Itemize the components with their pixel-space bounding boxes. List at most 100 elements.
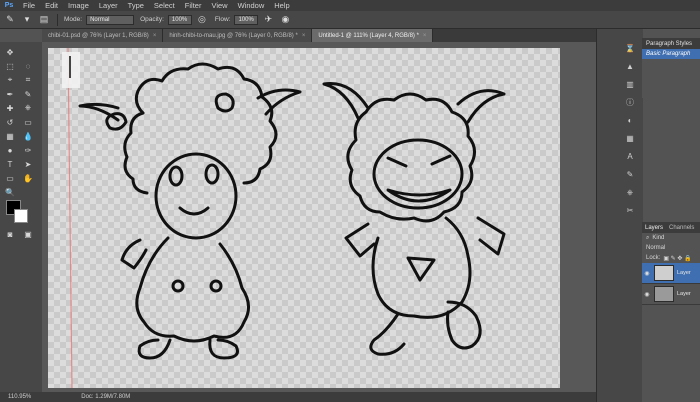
tab-layers[interactable]: Layers: [642, 225, 666, 231]
lock-label: Lock:: [646, 255, 661, 261]
layer-row[interactable]: ◉ Layer: [642, 263, 700, 284]
tab-label: Untitled-1 @ 111% (Layer 4, RGB/8) *: [318, 32, 419, 39]
menu-filter[interactable]: Filter: [180, 1, 207, 10]
brush-icon[interactable]: ✎: [3, 14, 17, 26]
toolbox: ✥ ⬚ ◌ ⌖ ⌗ ✒ ✎ ✚ ⎈ ↺ ▭ ▦ 💧 ● ✑ T ➤ ▭ ✋ 🔍 …: [0, 42, 43, 392]
tab-label: chibi-01.psd @ 76% (Layer 1, RGB/8): [48, 32, 149, 39]
options-bar: ✎ ▾ ▤ Mode: Normal Opacity: 100% ◎ Flow:…: [0, 11, 700, 29]
brush-preset-picker-icon[interactable]: ▾: [20, 14, 34, 26]
menu-edit[interactable]: Edit: [40, 1, 63, 10]
adjustments-panel-icon[interactable]: ▲: [624, 61, 636, 72]
history-panel-icon[interactable]: ⌛: [624, 43, 636, 54]
eye-icon[interactable]: ◉: [642, 291, 652, 298]
lock-icons[interactable]: ▣ ✎ ✥ 🔒: [663, 255, 691, 262]
document-tabs: chibi-01.psd @ 76% (Layer 1, RGB/8) × hin…: [42, 29, 596, 42]
hand-tool-icon[interactable]: ✋: [21, 172, 35, 184]
clone-stamp-tool-icon[interactable]: ⎈: [21, 102, 35, 114]
tab-label: hinh-chibi-to-mau.jpg @ 76% (Layer 0, RG…: [169, 32, 298, 39]
shape-tool-icon[interactable]: ▭: [3, 172, 17, 184]
path-select-tool-icon[interactable]: ➤: [21, 158, 35, 170]
close-icon[interactable]: ×: [153, 33, 157, 39]
blend-mode-select[interactable]: Normal: [646, 245, 665, 251]
tab-untitled-1[interactable]: Untitled-1 @ 111% (Layer 4, RGB/8) * ×: [312, 29, 434, 42]
marquee-tool-icon[interactable]: ⬚: [3, 60, 17, 72]
doc-size: Doc: 1.29M/7.80M: [81, 394, 131, 400]
menu-view[interactable]: View: [206, 1, 232, 10]
layer-filter-select[interactable]: Kind: [652, 235, 664, 241]
menu-type[interactable]: Type: [123, 1, 149, 10]
healing-tool-icon[interactable]: ✚: [3, 102, 17, 114]
clone-source-panel-icon[interactable]: ⎈: [624, 187, 636, 198]
menu-help[interactable]: Help: [269, 1, 294, 10]
photoshop-logo: Ps: [4, 2, 14, 9]
status-bar: 110.95% Doc: 1.29M/7.80M: [0, 392, 596, 402]
eraser-tool-icon[interactable]: ▭: [21, 116, 35, 128]
tab-hinh-chibi[interactable]: hinh-chibi-to-mau.jpg @ 76% (Layer 0, RG…: [163, 29, 313, 42]
menu-bar: Ps File Edit Image Layer Type Select Fil…: [0, 0, 700, 11]
zoom-tool-icon[interactable]: 🔍: [3, 186, 17, 198]
eyedropper-tool-icon[interactable]: ✒: [3, 88, 17, 100]
layer-filter-row: ⌕ Kind: [642, 233, 700, 243]
brush-panel-toggle-icon[interactable]: ▤: [37, 14, 51, 26]
paragraph-styles-title[interactable]: Paragraph Styles: [642, 38, 700, 49]
swatches-panel-icon[interactable]: ▦: [624, 133, 636, 144]
lasso-tool-icon[interactable]: ◌: [21, 60, 35, 72]
layers-panel: Layers Channels ⌕ Kind Normal Lock: ▣ ✎ …: [642, 222, 700, 402]
info-panel-icon[interactable]: ⓘ: [624, 97, 636, 108]
layer-row[interactable]: ◉ Layer: [642, 284, 700, 305]
quick-mask-icon[interactable]: ◙: [3, 228, 17, 240]
menu-layer[interactable]: Layer: [94, 1, 123, 10]
opacity-value: 100%: [171, 16, 188, 23]
paragraph-styles-panel: Paragraph Styles Basic Paragraph: [642, 38, 700, 98]
mode-value: Normal: [90, 16, 110, 23]
close-icon[interactable]: ×: [423, 33, 427, 39]
layer-thumbnail: [654, 265, 674, 281]
brush-tool-icon[interactable]: ✎: [21, 88, 35, 100]
layers-panel-tabs: Layers Channels: [642, 222, 700, 233]
chibi-sketch-artwork: [48, 48, 560, 388]
tool-presets-panel-icon[interactable]: ✂: [624, 205, 636, 216]
background-color-swatch[interactable]: [14, 209, 28, 223]
histogram-panel-icon[interactable]: ▥: [624, 79, 636, 90]
paragraph-style-basic[interactable]: Basic Paragraph: [642, 49, 700, 59]
crop-tool-icon[interactable]: ⌗: [21, 74, 35, 86]
tab-chibi-01[interactable]: chibi-01.psd @ 76% (Layer 1, RGB/8) ×: [42, 29, 164, 42]
screen-mode-icon[interactable]: ▣: [21, 228, 35, 240]
mode-label: Mode:: [64, 16, 83, 23]
move-tool-icon[interactable]: ✥: [3, 46, 17, 58]
options-divider: [57, 13, 58, 26]
layer-name[interactable]: Layer: [677, 270, 691, 276]
quick-select-tool-icon[interactable]: ⌖: [3, 74, 17, 86]
document-canvas[interactable]: [48, 48, 560, 388]
character-panel-icon[interactable]: A: [624, 151, 636, 162]
close-icon[interactable]: ×: [302, 33, 306, 39]
blend-mode-row: Normal: [642, 243, 700, 253]
blur-tool-icon[interactable]: 💧: [21, 130, 35, 142]
layer-name[interactable]: Layer: [677, 291, 691, 297]
pen-tool-icon[interactable]: ✑: [21, 144, 35, 156]
menu-select[interactable]: Select: [149, 1, 180, 10]
type-tool-icon[interactable]: T: [3, 158, 17, 170]
airbrush-icon[interactable]: ✈: [261, 14, 275, 26]
opacity-label: Opacity:: [140, 16, 164, 23]
mode-select[interactable]: Normal: [86, 14, 135, 25]
menu-window[interactable]: Window: [233, 1, 270, 10]
menu-file[interactable]: File: [18, 1, 40, 10]
zoom-level[interactable]: 110.95%: [8, 394, 31, 400]
tab-channels[interactable]: Channels: [666, 225, 697, 231]
pressure-opacity-icon[interactable]: ◎: [195, 14, 209, 26]
brush-panel-icon[interactable]: ✎: [624, 169, 636, 180]
color-panel-icon[interactable]: ◐: [624, 115, 636, 126]
flow-value: 100%: [238, 16, 254, 23]
dodge-tool-icon[interactable]: ●: [3, 144, 17, 156]
pressure-size-icon[interactable]: ◉: [278, 14, 292, 26]
opacity-field[interactable]: 100%: [167, 14, 192, 25]
gradient-tool-icon[interactable]: ▦: [3, 130, 17, 142]
menu-image[interactable]: Image: [63, 1, 94, 10]
search-icon: ⌕: [646, 234, 650, 241]
lock-row: Lock: ▣ ✎ ✥ 🔒: [642, 253, 700, 263]
history-brush-tool-icon[interactable]: ↺: [3, 116, 17, 128]
flow-field[interactable]: 100%: [234, 14, 259, 25]
eye-icon[interactable]: ◉: [642, 270, 652, 277]
panel-dock-strip: ⌛ ▲ ▥ ⓘ ◐ ▦ A ✎ ⎈ ✂: [596, 29, 643, 402]
